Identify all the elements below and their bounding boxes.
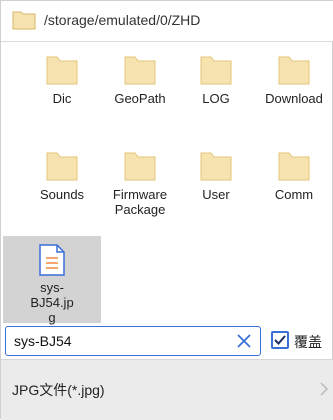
folder-label: Dic xyxy=(52,91,72,106)
folder-label: User xyxy=(202,187,230,202)
folder-icon xyxy=(200,56,232,85)
file-type-label: JPG文件(*.jpg) xyxy=(12,382,105,398)
filename-row: 覆盖 xyxy=(1,323,333,359)
folder-label: LOG xyxy=(202,91,230,106)
folder-item-comm[interactable]: Comm xyxy=(255,151,333,202)
folder-label: GeoPath xyxy=(114,91,166,106)
folder-icon xyxy=(12,11,36,30)
folder-item-dic[interactable]: Dic xyxy=(23,55,101,106)
folder-item-download[interactable]: Download xyxy=(255,55,333,106)
folder-icon xyxy=(200,152,232,181)
folder-label: Firmware Package xyxy=(112,187,168,217)
folder-item-user[interactable]: User xyxy=(177,151,255,202)
chevron-right-icon xyxy=(320,382,328,396)
file-item-sys-bj54[interactable]: sys-BJ54.jpg xyxy=(3,236,101,325)
image-file-icon xyxy=(39,244,65,276)
path-bar: /storage/emulated/0/ZHD xyxy=(1,1,333,42)
file-grid: Dic GeoPath LOG Download Sounds Firmware… xyxy=(1,41,333,325)
clear-icon[interactable] xyxy=(236,333,252,349)
filename-field[interactable] xyxy=(5,326,261,356)
overwrite-label: 覆盖 xyxy=(294,334,322,350)
folder-item-log[interactable]: LOG xyxy=(177,55,255,106)
folder-label: Download xyxy=(265,91,323,106)
filename-input[interactable] xyxy=(14,331,224,351)
folder-icon xyxy=(46,56,78,85)
folder-icon xyxy=(278,152,310,181)
folder-icon xyxy=(46,152,78,181)
folder-item-firmware-package[interactable]: Firmware Package xyxy=(101,151,179,217)
checkmark-icon xyxy=(274,335,286,345)
folder-label: Sounds xyxy=(39,187,85,202)
current-path: /storage/emulated/0/ZHD xyxy=(44,12,201,28)
file-type-filter[interactable]: JPG文件(*.jpg) xyxy=(1,359,333,420)
folder-label: Comm xyxy=(274,187,314,202)
folder-icon xyxy=(124,152,156,181)
folder-item-geopath[interactable]: GeoPath xyxy=(101,55,179,106)
overwrite-checkbox[interactable] xyxy=(271,331,289,349)
folder-icon xyxy=(124,56,156,85)
folder-item-sounds[interactable]: Sounds xyxy=(23,151,101,202)
file-label: sys-BJ54.jpg xyxy=(30,280,74,325)
folder-icon xyxy=(278,56,310,85)
